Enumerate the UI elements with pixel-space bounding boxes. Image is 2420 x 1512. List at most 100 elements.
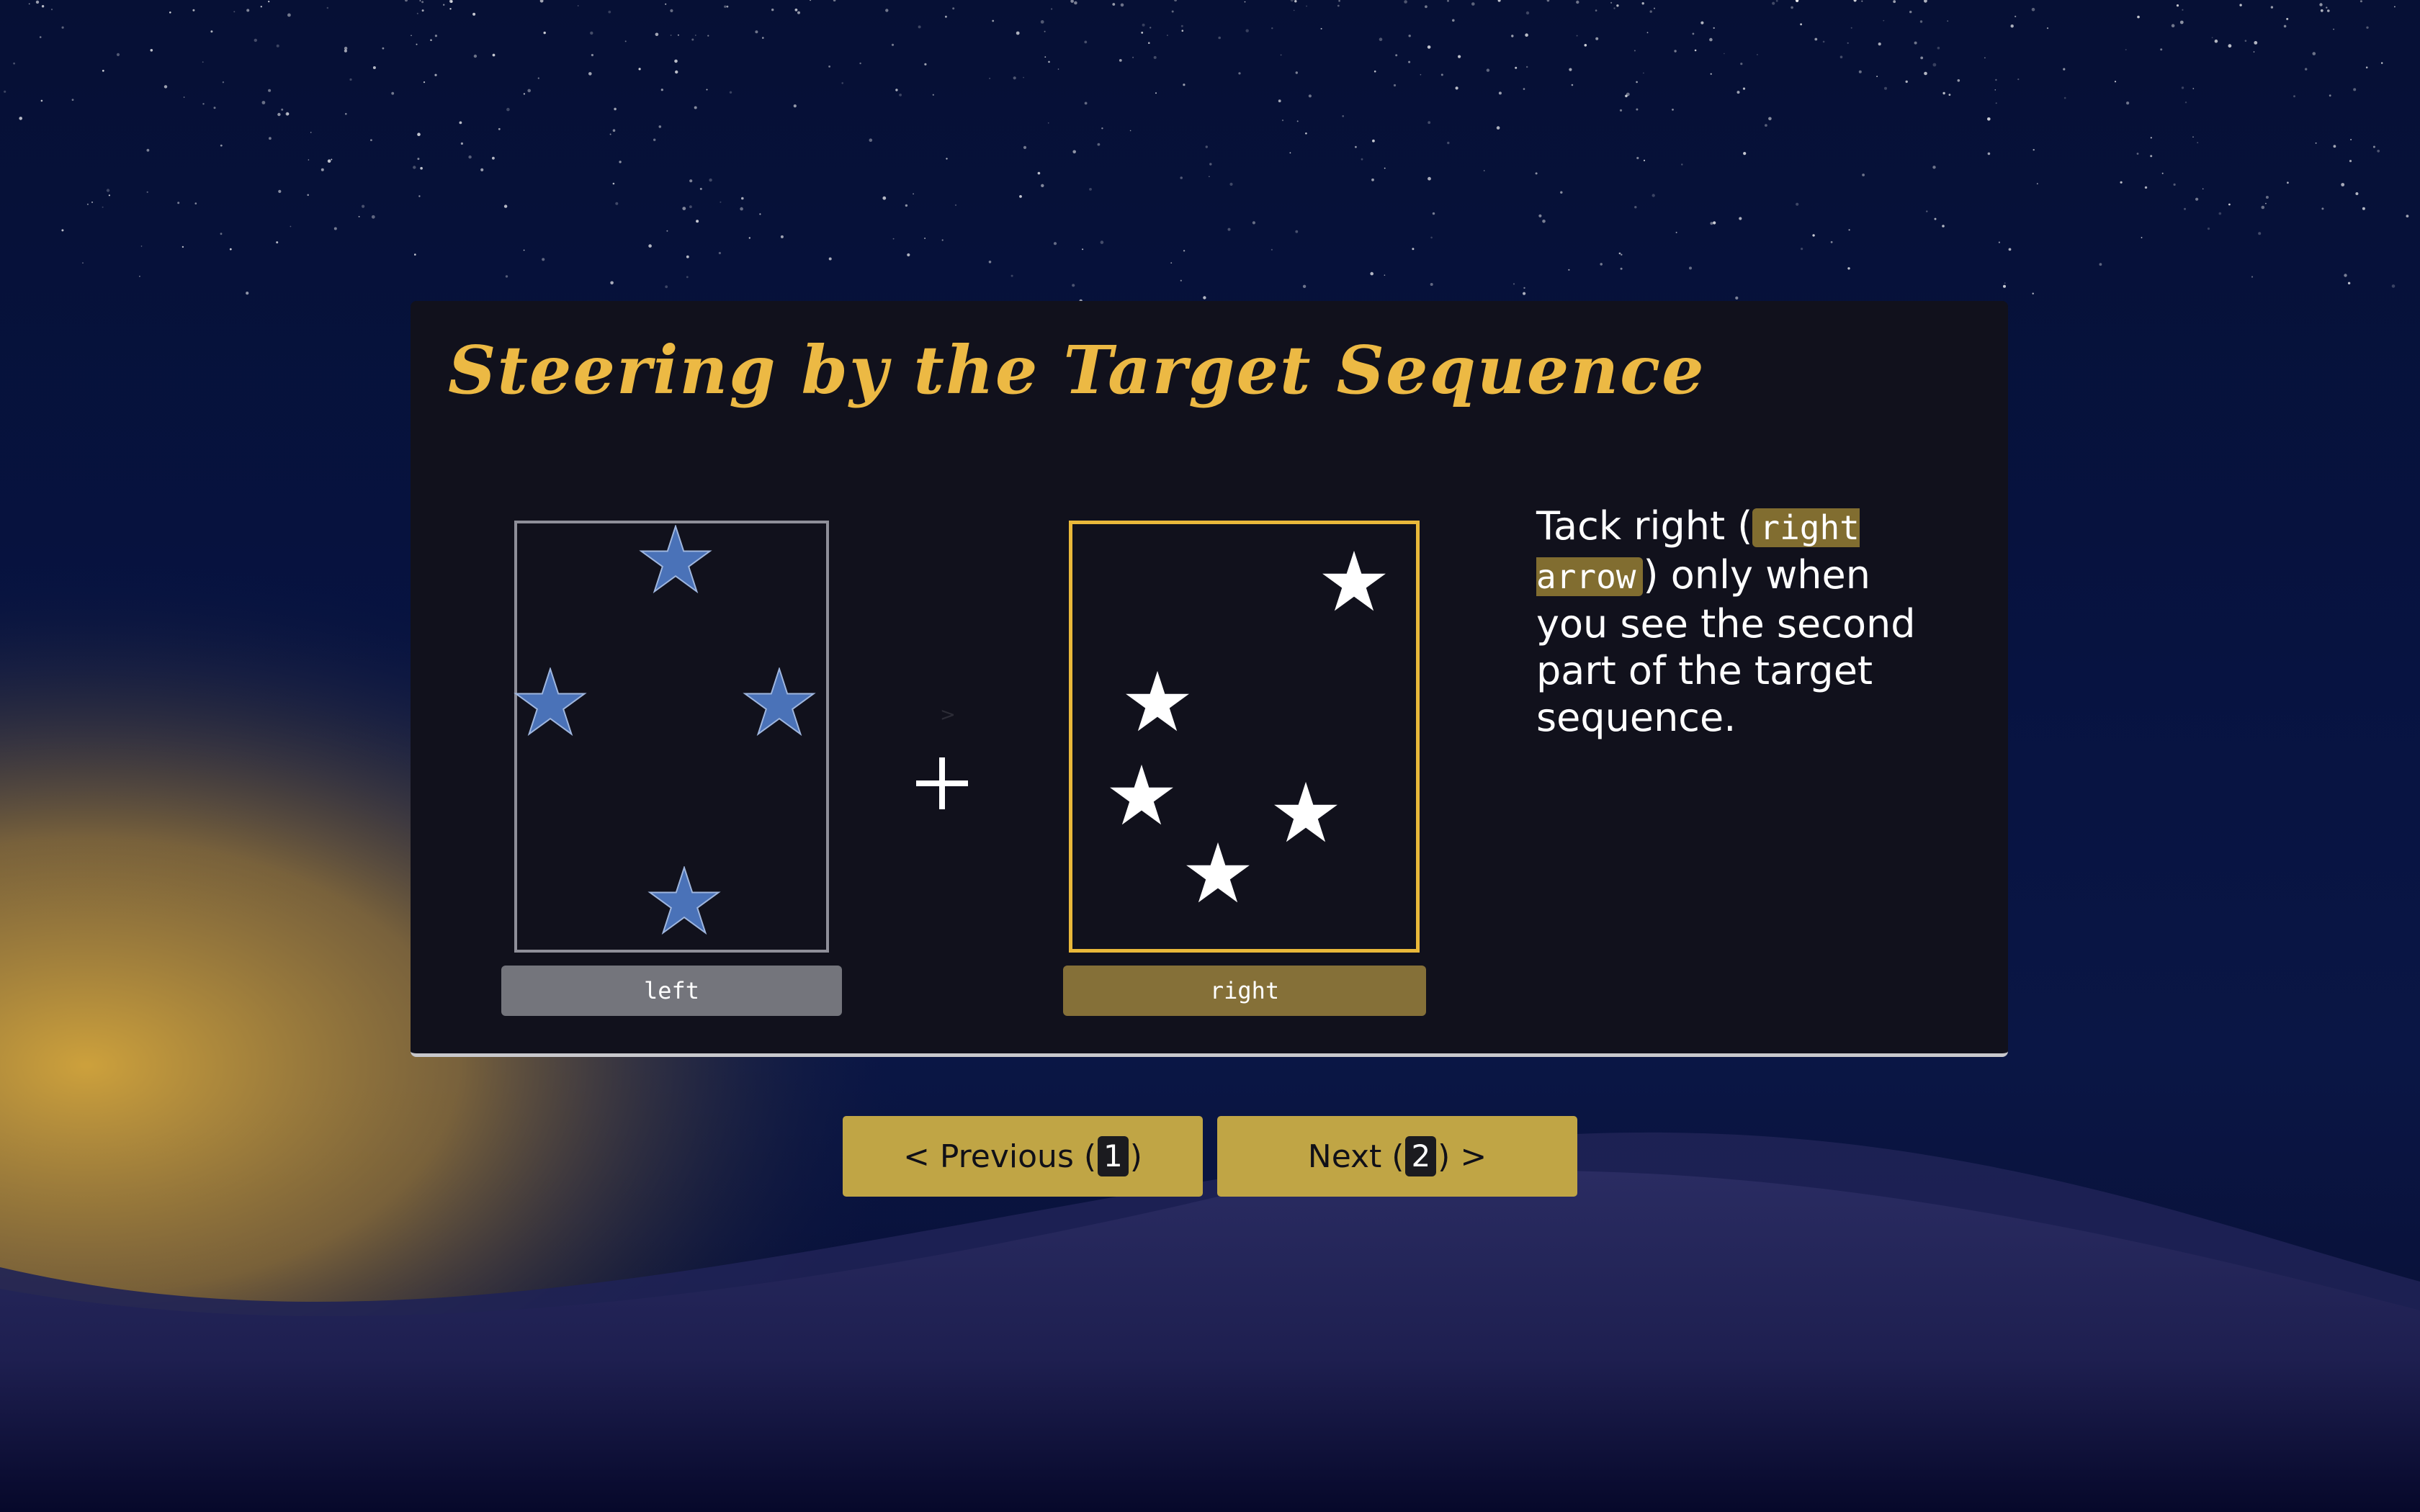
sky-star [2179, 20, 2184, 24]
sky-star [1942, 91, 1945, 95]
sky-star [345, 112, 347, 115]
sky-star [810, 0, 812, 1]
sky-star [1994, 89, 1996, 91]
sky-star [473, 54, 478, 58]
sky-star [1070, 0, 1074, 3]
sky-star [892, 238, 895, 240]
sky-star [2032, 292, 2034, 294]
sky-star [1995, 78, 1997, 81]
sky-star [28, 3, 30, 5]
sky-star [2004, 282, 2006, 284]
sky-star [1641, 1, 1644, 5]
sky-star [1289, 152, 1291, 154]
sky-star [2287, 181, 2289, 184]
sky-star [40, 99, 43, 102]
sky-star [2046, 27, 2049, 30]
sky-star [1847, 42, 1849, 44]
sky-star [1957, 79, 1960, 82]
sky-star [468, 155, 472, 159]
sky-star [523, 93, 526, 95]
sky-star [1016, 31, 1020, 35]
sky-star [169, 11, 171, 14]
sky-star [1155, 92, 1157, 94]
sky-star [1051, 8, 1053, 10]
hint-arrow: > [940, 704, 956, 726]
sky-star [794, 8, 798, 12]
sky-star [2353, 88, 2357, 91]
sky-star [1355, 145, 1357, 148]
sky-star [1497, 0, 1501, 2]
sky-star [1379, 37, 1383, 41]
sky-star [2265, 196, 2269, 199]
sky-star [194, 202, 197, 204]
sky-star [1742, 87, 1746, 90]
sky-star [1023, 145, 1027, 149]
next-button[interactable]: Next (2) > [1217, 1116, 1577, 1197]
sky-star [1320, 27, 1322, 30]
sky-star [2406, 215, 2409, 217]
sky-star [1571, 84, 1574, 86]
sky-star [1709, 37, 1713, 42]
sky-star [612, 129, 616, 132]
sky-star [1420, 73, 1422, 76]
sky-star [2228, 44, 2232, 48]
sky-star [371, 215, 375, 219]
sky-star [41, 5, 45, 8]
previous-button[interactable]: < Previous (1) [843, 1116, 1203, 1197]
sky-star [2114, 81, 2117, 83]
sky-star [2195, 197, 2199, 201]
sky-star [19, 117, 23, 120]
sky-star [192, 9, 195, 12]
sky-star [1584, 44, 1587, 47]
sky-star [615, 202, 619, 205]
sky-star [771, 8, 774, 12]
sky-star [1861, 0, 1863, 2]
sky-star [686, 255, 689, 258]
sky-star [420, 166, 423, 170]
sky-star [2293, 95, 2295, 98]
sky-star [1626, 92, 1630, 96]
sky-star [1736, 91, 1740, 94]
sky-star [614, 107, 617, 111]
sky-star [449, 8, 452, 10]
sky-star [1654, 7, 1655, 9]
sky-star [50, 9, 53, 11]
sky-star [1926, 210, 1928, 212]
sky-star [1227, 228, 1231, 231]
sky-star [2182, 9, 2184, 11]
white-star-icon [1274, 781, 1337, 842]
sky-star [86, 203, 89, 205]
sky-star [1023, 76, 1024, 78]
sky-star [423, 81, 426, 84]
sky-star [992, 19, 995, 22]
sky-star [1183, 84, 1186, 86]
sky-star [1830, 240, 1833, 243]
sky-star [610, 281, 614, 285]
sky-star [1361, 158, 1363, 161]
sky-star [609, 133, 611, 135]
sky-star [2099, 263, 2102, 266]
sky-star [1919, 20, 1923, 23]
sky-star [1271, 27, 1273, 30]
sky-star [1924, 71, 1927, 76]
sky-star [434, 35, 438, 37]
sky-star [1812, 234, 1815, 237]
page-title: Steering by the Target Sequence [448, 331, 1706, 409]
sky-star [1526, 66, 1528, 68]
sky-star [1302, 284, 1307, 288]
sky-star [1542, 220, 1546, 223]
sky-star [1920, 56, 1924, 60]
sky-star [1884, 86, 1887, 90]
sky-star [1010, 274, 1013, 277]
sky-star [720, 201, 722, 203]
sky-star [1372, 139, 1375, 143]
sky-star [1452, 19, 1455, 22]
sky-star [1523, 292, 1526, 295]
sky-star [1998, 241, 2000, 243]
sky-star [2372, 145, 2375, 148]
sky-star [1636, 108, 1639, 111]
sky-star [1848, 229, 1850, 231]
sky-star [1791, 6, 1793, 9]
sky-star [2362, 207, 2365, 210]
sky-star [1252, 221, 1255, 225]
